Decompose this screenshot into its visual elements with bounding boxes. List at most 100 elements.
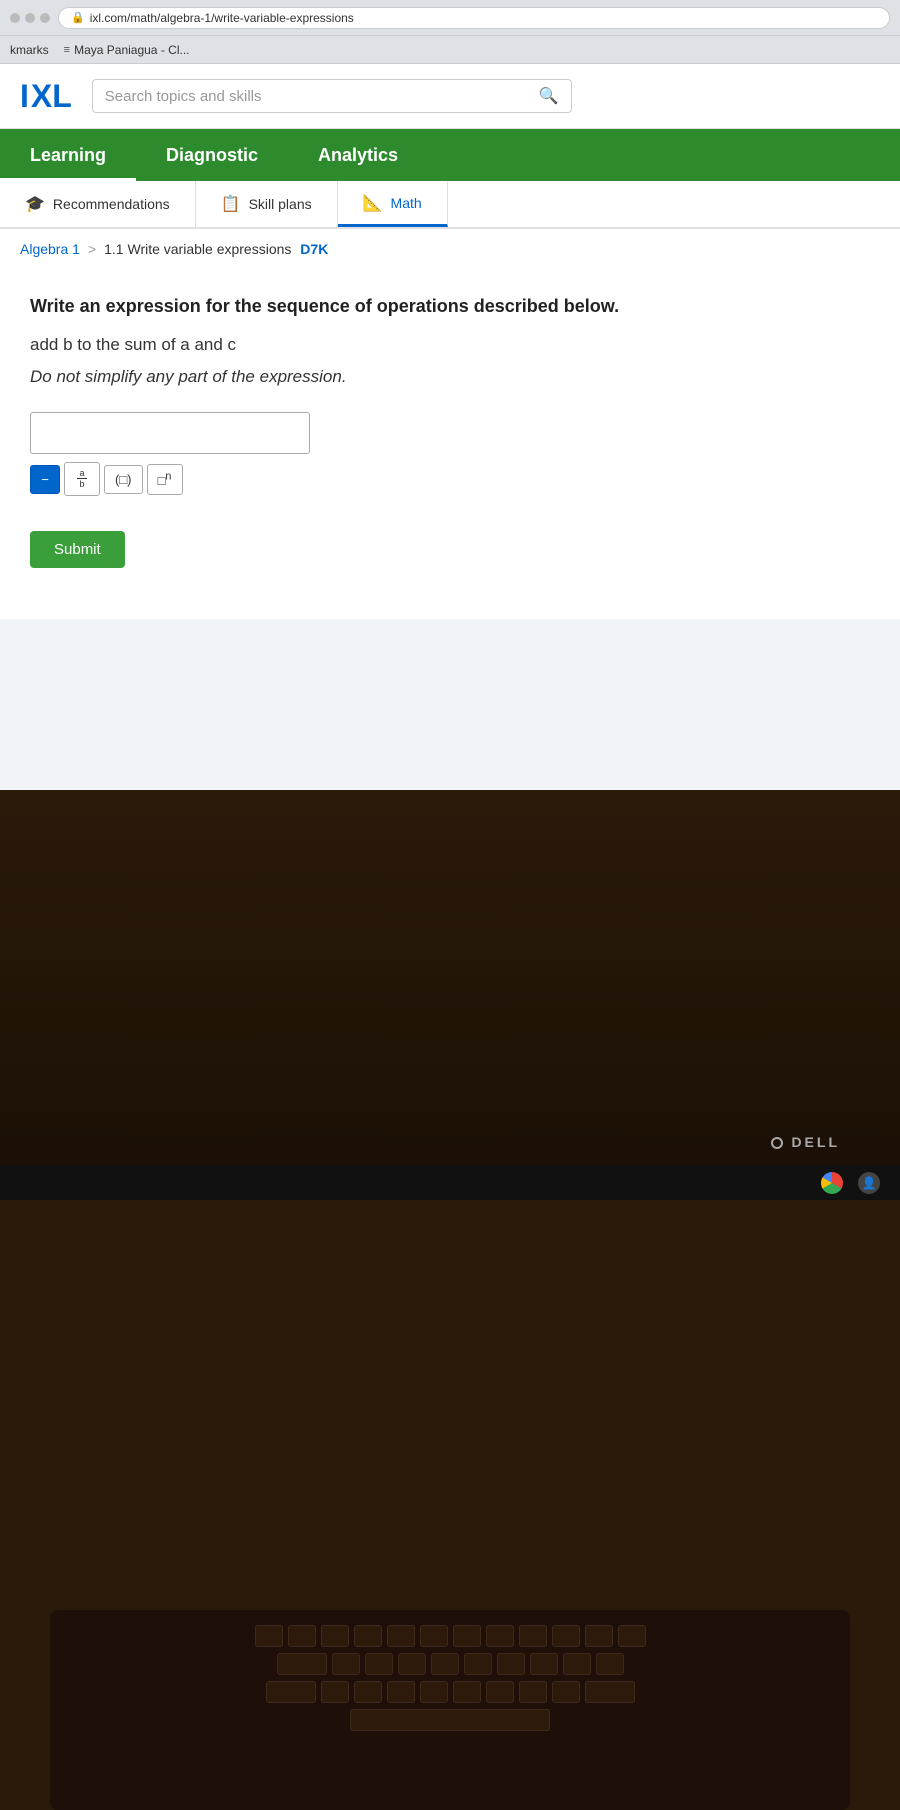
key: [255, 1625, 283, 1647]
submit-button[interactable]: Submit: [30, 531, 125, 568]
key: [420, 1625, 448, 1647]
key: [552, 1625, 580, 1647]
negative-sign-button[interactable]: −: [30, 465, 60, 494]
key: [365, 1653, 393, 1675]
subnav-math[interactable]: 📐 Math: [338, 181, 448, 227]
key: [552, 1681, 580, 1703]
answer-area: − a b (□) □n: [30, 412, 870, 496]
key: [519, 1625, 547, 1647]
key: [453, 1625, 481, 1647]
breadcrumb-separator: >: [88, 241, 96, 257]
logo-xl: XL: [31, 78, 72, 115]
key: [585, 1625, 613, 1647]
key-tab: [277, 1653, 327, 1675]
search-placeholder: Search topics and skills: [105, 88, 531, 105]
key: [596, 1653, 624, 1675]
parens-icon: (□): [115, 472, 132, 487]
key: [387, 1681, 415, 1703]
question-prompt: Write an expression for the sequence of …: [30, 294, 870, 319]
keyboard-row-2: [60, 1653, 840, 1675]
bookmarks-bar: kmarks ≡ Maya Paniagua - Cl...: [0, 36, 900, 64]
nav-bar: Learning Diagnostic Analytics: [0, 129, 900, 181]
key-enter: [585, 1681, 635, 1703]
ixl-header: I XL Search topics and skills 🔍: [0, 64, 900, 129]
key: [420, 1681, 448, 1703]
dell-circle-icon: [771, 1137, 783, 1149]
key-caps: [266, 1681, 316, 1703]
fraction-button[interactable]: a b: [64, 462, 100, 496]
key: [464, 1653, 492, 1675]
key: [332, 1653, 360, 1675]
subnav-skill-plans[interactable]: 📋 Skill plans: [196, 181, 338, 227]
key: [486, 1681, 514, 1703]
address-bar[interactable]: 🔒 ixl.com/math/algebra-1/write-variable-…: [58, 7, 890, 29]
key: [288, 1625, 316, 1647]
key: [398, 1653, 426, 1675]
breadcrumb: Algebra 1 > 1.1 Write variable expressio…: [0, 229, 900, 269]
key: [354, 1681, 382, 1703]
nav-diagnostic[interactable]: Diagnostic: [136, 129, 288, 181]
breadcrumb-current-text: 1.1 Write variable expressions: [104, 241, 291, 257]
key: [618, 1625, 646, 1647]
key: [453, 1681, 481, 1703]
close-dot: [10, 13, 20, 23]
answer-input[interactable]: [30, 412, 310, 454]
key: [354, 1625, 382, 1647]
keyboard: [50, 1610, 850, 1810]
url-text: ixl.com/math/algebra-1/write-variable-ex…: [90, 11, 354, 25]
bookmark-kmarks[interactable]: kmarks: [10, 43, 49, 57]
key: [563, 1653, 591, 1675]
bookmark-label-maya: Maya Paniagua - Cl...: [74, 43, 189, 57]
keyboard-row-4: [60, 1709, 840, 1731]
search-box[interactable]: Search topics and skills 🔍: [92, 79, 572, 113]
nav-analytics-label: Analytics: [318, 145, 398, 166]
exponent-icon: □n: [158, 473, 172, 488]
exponent-button[interactable]: □n: [147, 464, 183, 495]
breadcrumb-parent[interactable]: Algebra 1: [20, 241, 80, 257]
question-instruction: Do not simplify any part of the expressi…: [30, 367, 870, 387]
math-icon: 📐: [363, 193, 383, 213]
skill-code: D7K: [300, 241, 328, 257]
browser-toolbar: 🔒 ixl.com/math/algebra-1/write-variable-…: [0, 0, 900, 36]
dell-logo: DELL: [771, 1134, 840, 1150]
chrome-icon: [821, 1172, 843, 1194]
key: [321, 1681, 349, 1703]
window-controls: [10, 13, 50, 23]
subnav-math-label: Math: [391, 195, 422, 211]
recommendations-icon: 🎓: [25, 194, 45, 214]
nav-learning-label: Learning: [30, 145, 106, 166]
logo-pipe: I: [20, 78, 29, 115]
bookmark-icon: ≡: [64, 44, 70, 56]
ixl-logo[interactable]: I XL: [20, 78, 72, 115]
laptop-body: DELL: [0, 790, 900, 1200]
system-icon-user: 👤: [858, 1172, 880, 1194]
nav-diagnostic-label: Diagnostic: [166, 145, 258, 166]
bookmark-maya[interactable]: ≡ Maya Paniagua - Cl...: [64, 43, 190, 57]
key: [321, 1625, 349, 1647]
keyboard-row-1: [60, 1625, 840, 1647]
search-icon[interactable]: 🔍: [539, 86, 559, 106]
key: [519, 1681, 547, 1703]
maximize-dot: [40, 13, 50, 23]
key-space: [350, 1709, 550, 1731]
math-toolbar: − a b (□) □n: [30, 462, 870, 496]
key: [530, 1653, 558, 1675]
key: [486, 1625, 514, 1647]
key: [387, 1625, 415, 1647]
keyboard-row-3: [60, 1681, 840, 1703]
fraction-icon: a b: [75, 469, 89, 489]
sub-nav: 🎓 Recommendations 📋 Skill plans 📐 Math: [0, 181, 900, 229]
main-content: Write an expression for the sequence of …: [0, 269, 900, 619]
key: [431, 1653, 459, 1675]
nav-learning[interactable]: Learning: [0, 129, 136, 181]
subnav-recommendations[interactable]: 🎓 Recommendations: [0, 181, 196, 227]
dell-text: DELL: [791, 1134, 840, 1150]
nav-analytics[interactable]: Analytics: [288, 129, 428, 181]
question-body: add b to the sum of a and c: [30, 335, 870, 355]
skill-plans-icon: 📋: [221, 194, 241, 214]
lock-icon: 🔒: [71, 11, 85, 24]
minimize-dot: [25, 13, 35, 23]
subnav-skill-plans-label: Skill plans: [249, 196, 312, 212]
parentheses-button[interactable]: (□): [104, 465, 143, 494]
taskbar: 👤: [0, 1165, 900, 1200]
